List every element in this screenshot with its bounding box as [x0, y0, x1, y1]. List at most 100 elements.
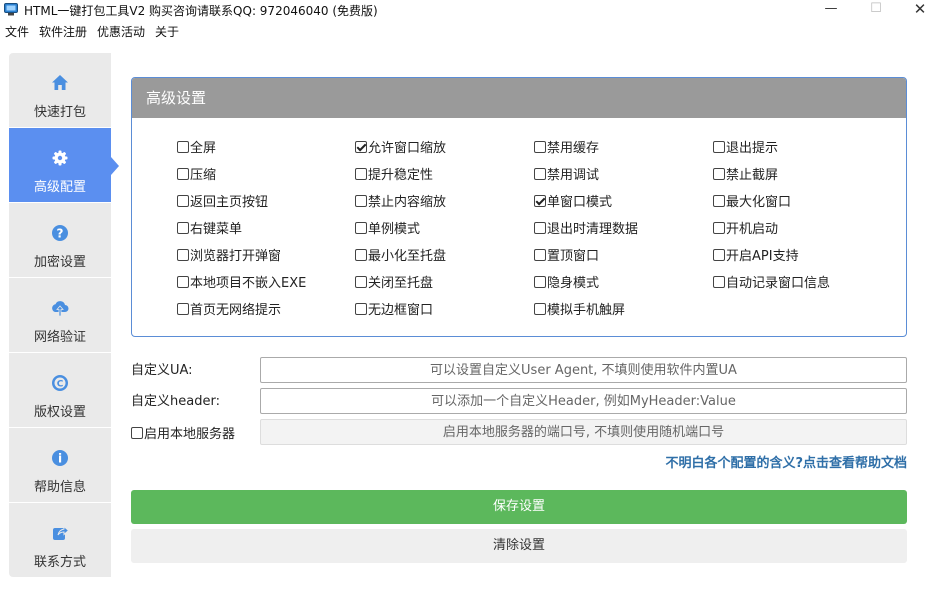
- option-checkbox[interactable]: 首页无网络提示: [177, 299, 281, 318]
- svg-text:i: i: [58, 452, 62, 466]
- checkbox-unchecked[interactable]: [355, 167, 367, 180]
- checkbox-unchecked[interactable]: [713, 275, 725, 288]
- custom-header-input[interactable]: [260, 388, 907, 414]
- save-settings-button[interactable]: 保存设置: [131, 490, 907, 524]
- local-server-checkbox[interactable]: 启用本地服务器: [131, 423, 235, 442]
- option-checkbox[interactable]: 隐身模式: [534, 272, 599, 291]
- option-checkbox[interactable]: 浏览器打开弹窗: [177, 245, 281, 264]
- menu-about[interactable]: 关于: [150, 22, 184, 42]
- option-checkbox[interactable]: 压缩: [177, 164, 216, 183]
- maximize-button[interactable]: ☐: [856, 0, 896, 20]
- option-checkbox[interactable]: 禁止截屏: [713, 164, 778, 183]
- option-checkbox[interactable]: 本地项目不嵌入EXE: [177, 272, 306, 291]
- option-checkbox[interactable]: 置顶窗口: [534, 245, 599, 264]
- option-label: 单例模式: [368, 222, 421, 237]
- sidebar-item-copyright[interactable]: C 版权设置: [9, 353, 111, 428]
- option-checkbox[interactable]: 单窗口模式: [534, 191, 612, 210]
- svg-text:C: C: [57, 380, 64, 390]
- option-checkbox[interactable]: 允许窗口缩放: [355, 137, 446, 156]
- custom-ua-input[interactable]: [260, 357, 907, 383]
- checkbox-unchecked[interactable]: [713, 194, 725, 207]
- sidebar-item-network-auth[interactable]: 网络验证: [9, 278, 111, 353]
- share-icon: [53, 525, 70, 540]
- option-checkbox[interactable]: 单例模式: [355, 218, 420, 237]
- svg-text:?: ?: [57, 227, 64, 241]
- option-label: 禁用缓存: [547, 141, 600, 156]
- question-circle-icon: ?: [52, 225, 68, 241]
- option-checkbox[interactable]: 禁用调试: [534, 164, 599, 183]
- checkbox-unchecked[interactable]: [177, 167, 189, 180]
- app-logo-icon: [4, 3, 18, 16]
- menu-file[interactable]: 文件: [0, 22, 34, 42]
- option-checkbox[interactable]: 自动记录窗口信息: [713, 272, 830, 291]
- checkbox-unchecked[interactable]: [713, 167, 725, 180]
- checkbox-unchecked[interactable]: [177, 221, 189, 234]
- checkbox-unchecked[interactable]: [713, 221, 725, 234]
- help-docs-link[interactable]: 不明白各个配置的含义?点击查看帮助文档: [665, 452, 907, 471]
- close-button[interactable]: ✕: [900, 0, 940, 20]
- checkbox-unchecked[interactable]: [534, 302, 546, 315]
- option-checkbox[interactable]: 无边框窗口: [355, 299, 433, 318]
- checkbox-unchecked[interactable]: [355, 194, 367, 207]
- option-checkbox[interactable]: 开机启动: [713, 218, 778, 237]
- clear-settings-button[interactable]: 清除设置: [131, 529, 907, 563]
- sidebar-item-contact[interactable]: 联系方式: [9, 503, 111, 578]
- option-label: 本地项目不嵌入EXE: [190, 276, 307, 291]
- option-checkbox[interactable]: 开启API支持: [713, 245, 799, 264]
- checkbox-unchecked[interactable]: [177, 248, 189, 261]
- sidebar-item-quick-pack[interactable]: 快速打包: [9, 53, 111, 128]
- checkbox-unchecked[interactable]: [713, 248, 725, 261]
- option-checkbox[interactable]: 提升稳定性: [355, 164, 433, 183]
- menu-promotions[interactable]: 优惠活动: [92, 22, 150, 42]
- option-checkbox[interactable]: 最小化至托盘: [355, 245, 446, 264]
- sidebar-item-advanced-config[interactable]: 高级配置: [9, 128, 119, 203]
- checkbox-unchecked[interactable]: [355, 275, 367, 288]
- checkbox-unchecked[interactable]: [355, 248, 367, 261]
- checkbox-unchecked[interactable]: [355, 302, 367, 315]
- gear-icon: [52, 150, 68, 166]
- option-checkbox[interactable]: 禁用缓存: [534, 137, 599, 156]
- checkbox-unchecked[interactable]: [534, 167, 546, 180]
- option-checkbox[interactable]: 关闭至托盘: [355, 272, 433, 291]
- checkbox-unchecked[interactable]: [177, 302, 189, 315]
- sidebar-item-help-info[interactable]: i 帮助信息: [9, 428, 111, 503]
- minimize-button[interactable]: —: [811, 0, 851, 20]
- option-label: 首页无网络提示: [190, 303, 282, 318]
- panel-title: 高级设置: [132, 78, 906, 118]
- option-checkbox[interactable]: 退出时清理数据: [534, 218, 638, 237]
- option-checkbox[interactable]: 返回主页按钮: [177, 191, 268, 210]
- checkbox-unchecked[interactable]: [534, 275, 546, 288]
- option-checkbox[interactable]: 最大化窗口: [713, 191, 791, 210]
- checkbox-unchecked[interactable]: [177, 194, 189, 207]
- advanced-settings-panel: 高级设置 全屏压缩返回主页按钮右键菜单浏览器打开弹窗本地项目不嵌入EXE 首页无网…: [131, 77, 907, 337]
- title-bar: HTML一键打包工具V2 购买咨询请联系QQ: 972046040 (免费版) …: [0, 0, 941, 20]
- checkbox-checked[interactable]: [534, 194, 546, 207]
- option-checkbox[interactable]: 禁止内容缩放: [355, 191, 446, 210]
- cloud-upload-icon: [52, 301, 69, 317]
- option-label: 关闭至托盘: [368, 276, 434, 291]
- option-label: 置顶窗口: [547, 249, 600, 264]
- sidebar-item-label: 联系方式: [33, 555, 86, 570]
- option-checkbox[interactable]: 退出提示: [713, 137, 778, 156]
- sidebar-item-encryption[interactable]: ? 加密设置: [9, 203, 111, 278]
- checkbox-unchecked[interactable]: [534, 248, 546, 261]
- checkbox-unchecked[interactable]: [355, 221, 367, 234]
- option-label: 单窗口模式: [547, 195, 613, 210]
- option-label: 退出提示: [726, 141, 779, 156]
- local-server-port-input: [260, 419, 907, 445]
- checkbox-unchecked[interactable]: [534, 221, 546, 234]
- checkbox-unchecked[interactable]: [177, 275, 189, 288]
- option-checkbox[interactable]: 全屏: [177, 137, 216, 156]
- checkbox-unchecked[interactable]: [534, 140, 546, 153]
- sidebar-item-label: 快速打包: [33, 105, 86, 120]
- checkbox-unchecked[interactable]: [713, 140, 725, 153]
- menu-register[interactable]: 软件注册: [34, 22, 92, 42]
- checkbox-checked[interactable]: [355, 140, 367, 153]
- option-label: 返回主页按钮: [190, 195, 269, 210]
- checkbox-unchecked[interactable]: [177, 140, 189, 153]
- checkbox-box[interactable]: [131, 426, 143, 439]
- option-checkbox[interactable]: 右键菜单: [177, 218, 242, 237]
- option-checkbox[interactable]: 模拟手机触屏: [534, 299, 625, 318]
- sidebar-item-label: 帮助信息: [33, 480, 86, 495]
- option-label: 最大化窗口: [726, 195, 792, 210]
